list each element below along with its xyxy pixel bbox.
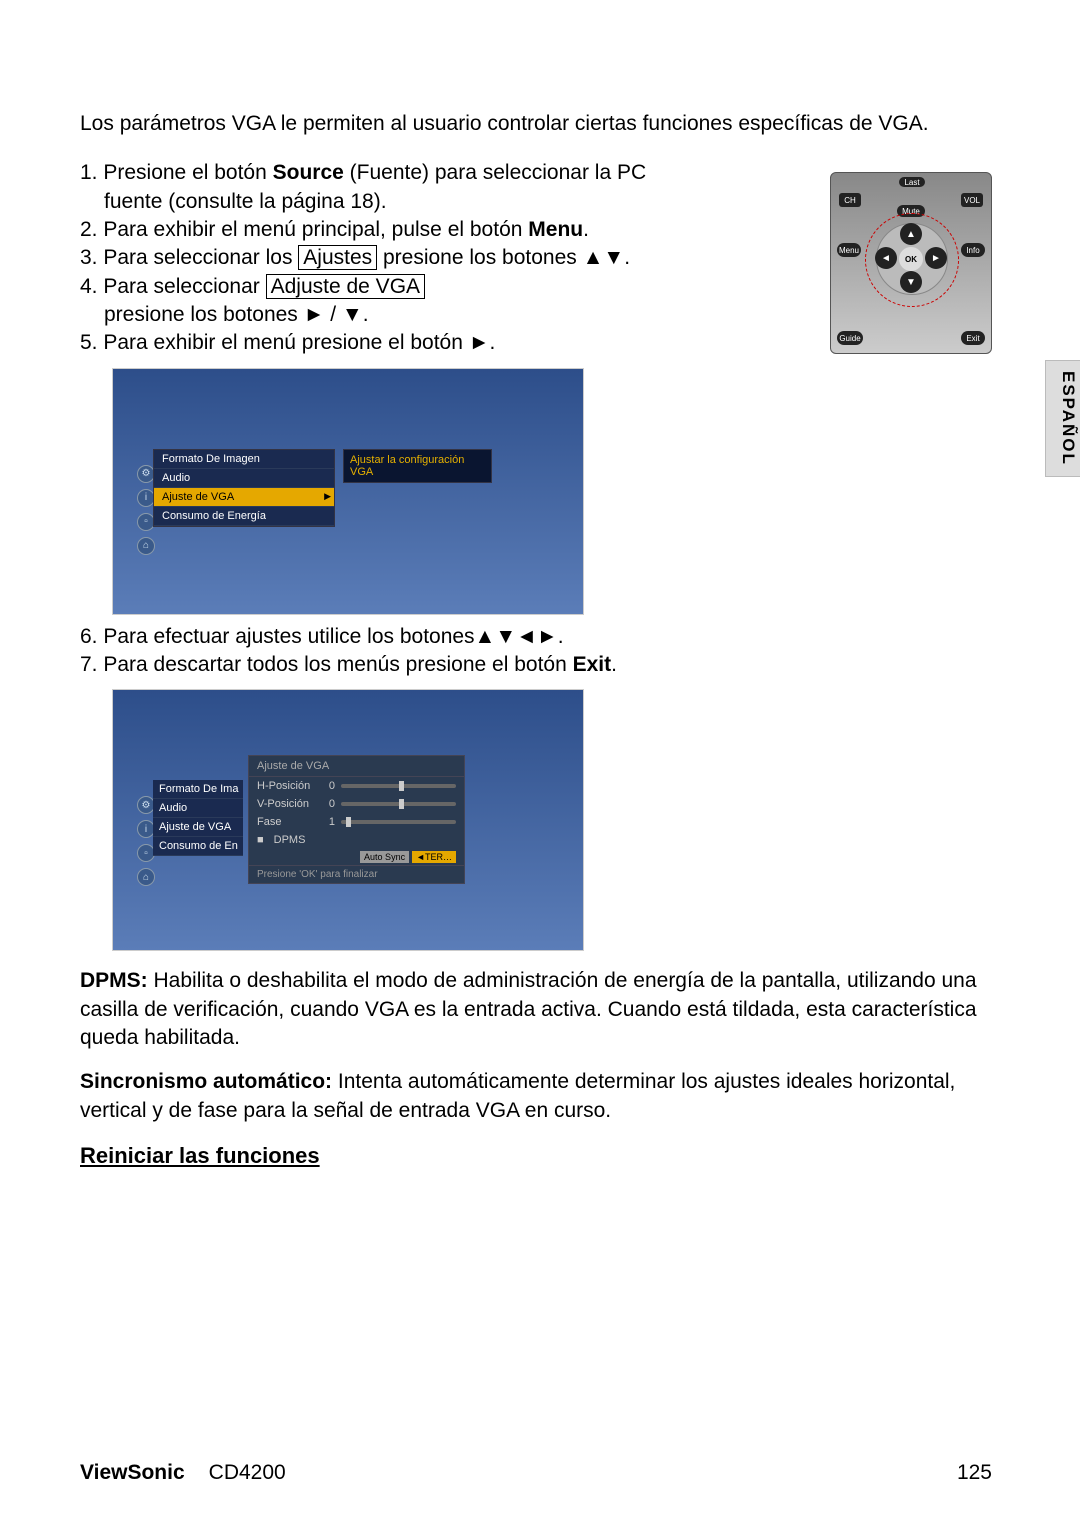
hpos-knob	[399, 781, 404, 791]
remote-up-icon: ▲	[900, 223, 922, 245]
menu2-row-vga: Ajuste de VGA	[153, 818, 243, 837]
menu2-row-audio: Audio	[153, 799, 243, 818]
hpos-slider	[341, 784, 456, 788]
sync-bold: Sincronismo automático:	[80, 1070, 338, 1093]
menu2-row-consumo: Consumo de En	[153, 837, 243, 856]
hpos-value: 0	[323, 780, 335, 792]
step3-pre: 3. Para seleccionar los	[80, 246, 298, 269]
vga-panel: Ajuste de VGA H-Posición 0 V-Posición 0 …	[248, 755, 465, 884]
step4-box: Adjuste de VGA	[266, 274, 425, 299]
remote-exit: Exit	[961, 331, 985, 345]
menu1-row-vga-selected: Ajuste de VGA	[154, 488, 334, 507]
footer-model: CD4200	[209, 1461, 286, 1485]
step1-bold: Source	[273, 161, 344, 184]
panel-title: Ajuste de VGA	[249, 756, 464, 777]
sync-paragraph: Sincronismo automático: Intenta automáti…	[80, 1068, 1000, 1125]
step2-pre: 2. Para exhibir el menú principal, pulse…	[80, 218, 528, 241]
panel-row-fase: Fase 1	[249, 813, 464, 831]
remote-menu: Menu	[837, 243, 861, 257]
vpos-knob	[399, 799, 404, 809]
intro-text: Los parámetros VGA le permiten al usuari…	[80, 110, 1000, 137]
step7-pre: 7. Para descartar todos los menús presio…	[80, 653, 573, 676]
step1-pre: 1. Presione el botón	[80, 161, 273, 184]
remote-left-icon: ◄	[875, 247, 897, 269]
panel-button-row: Auto Sync ◄TER…	[249, 849, 464, 865]
footer-brand: ViewSonic	[80, 1461, 185, 1485]
tv-screenshot-2: ⚙ i ▫ ⌂ Formato De Ima Audio Ajuste de V…	[112, 689, 584, 951]
language-tab: ESPAÑOL	[1045, 360, 1080, 477]
fase-value: 1	[323, 816, 335, 828]
icon-home: ⌂	[137, 537, 155, 555]
vpos-label: V-Posición	[257, 798, 317, 810]
step2-bold: Menu	[528, 218, 583, 241]
remote-vol: VOL	[961, 193, 983, 207]
remote-ok: OK	[899, 247, 923, 271]
remote-guide: Guide	[837, 331, 863, 345]
step7-bold: Exit	[573, 653, 612, 676]
vpos-value: 0	[323, 798, 335, 810]
menu2-row-formato: Formato De Ima	[153, 780, 243, 799]
steps-block-2: 6. Para efectuar ajustes utilice los bot…	[80, 623, 1000, 680]
step7-post: .	[611, 653, 617, 676]
panel-footer: Presione 'OK' para finalizar	[249, 865, 464, 883]
dpms-paragraph: DPMS: Habilita o deshabilita el modo de …	[80, 967, 1000, 1052]
fase-slider	[341, 820, 456, 824]
osd-menu-2: Formato De Ima Audio Ajuste de VGA Consu…	[153, 780, 243, 856]
remote-down-icon: ▼	[900, 271, 922, 293]
step2-post: .	[583, 218, 589, 241]
fase-knob	[346, 817, 351, 827]
icon-home-2: ⌂	[137, 868, 155, 886]
remote-last: Last	[899, 177, 925, 187]
step3-box: Ajustes	[298, 245, 377, 270]
step6: 6. Para efectuar ajustes utilice los bot…	[80, 623, 1000, 651]
panel-row-dpms: ■DPMS	[249, 831, 464, 849]
remote-right-icon: ►	[925, 247, 947, 269]
section-heading-reiniciar: Reiniciar las funciones	[80, 1143, 1000, 1169]
remote-ch: CH	[839, 193, 861, 207]
tv-screenshot-1: ⚙ i ▫ ⌂ Formato De Imagen Audio Ajuste d…	[112, 368, 584, 615]
dpms-label: DPMS	[274, 834, 306, 846]
osd-menu-1: Formato De Imagen Audio Ajuste de VGA Co…	[153, 449, 335, 527]
step3-post: presione los botones ▲▼.	[377, 246, 630, 269]
menu1-row-formato: Formato De Imagen	[154, 450, 334, 469]
hpos-label: H-Posición	[257, 780, 317, 792]
dpms-text: Habilita o deshabilita el modo de admini…	[80, 969, 977, 1049]
menu1-row-audio: Audio	[154, 469, 334, 488]
auto-sync-button: Auto Sync	[360, 851, 409, 863]
panel-row-hpos: H-Posición 0	[249, 777, 464, 795]
page-footer: ViewSonic CD4200 125	[80, 1461, 992, 1485]
vpos-slider	[341, 802, 456, 806]
dpms-bold: DPMS:	[80, 969, 154, 992]
remote-illustration: Last CH VOL Mute Menu Info Guide Exit OK…	[830, 172, 992, 354]
step1-post: (Fuente) para seleccionar la PC	[344, 161, 646, 184]
osd-tooltip: Ajustar la configuración VGA	[343, 449, 492, 483]
remote-info: Info	[961, 243, 985, 257]
ter-button: ◄TER…	[412, 851, 456, 863]
fase-label: Fase	[257, 816, 317, 828]
menu1-row-consumo: Consumo de Energía	[154, 507, 334, 526]
footer-page-number: 125	[957, 1461, 992, 1485]
panel-row-vpos: V-Posición 0	[249, 795, 464, 813]
step4-pre: 4. Para seleccionar	[80, 275, 266, 298]
